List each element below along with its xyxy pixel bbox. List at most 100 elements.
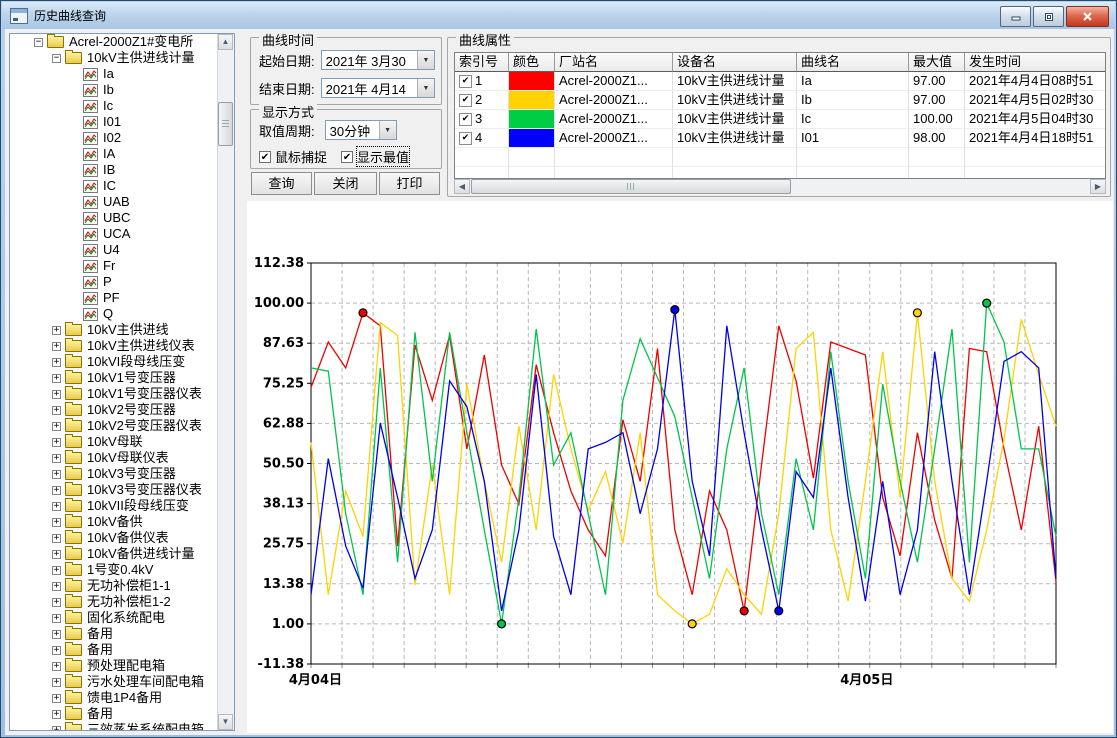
mouse-capture-checkbox[interactable]: ✔ 鼠标捕捉 xyxy=(259,147,327,166)
expand-icon[interactable]: + xyxy=(52,342,61,351)
tree-item[interactable]: +10kV2号变压器仪表 xyxy=(10,418,218,434)
row-checkbox[interactable]: ✔ xyxy=(459,113,472,126)
tree-item[interactable]: −10kV主供进线计量 xyxy=(10,50,218,66)
expand-icon[interactable]: + xyxy=(52,518,61,527)
expand-icon[interactable]: + xyxy=(52,582,61,591)
chevron-down-icon[interactable]: ▼ xyxy=(379,121,396,139)
row-checkbox[interactable]: ✔ xyxy=(459,75,472,88)
tree-item[interactable]: +馈电1P4备用 xyxy=(10,690,218,706)
column-header[interactable]: 曲线名 xyxy=(797,53,909,72)
tree-item[interactable]: +10kV母联仪表 xyxy=(10,450,218,466)
expand-icon[interactable]: + xyxy=(52,646,61,655)
titlebar[interactable]: 历史曲线查询 xyxy=(2,2,1115,29)
expand-icon[interactable]: + xyxy=(52,422,61,431)
tree-item[interactable]: P xyxy=(10,274,218,290)
row-checkbox[interactable]: ✔ xyxy=(459,132,472,145)
tree-item[interactable]: +备用 xyxy=(10,706,218,722)
chevron-down-icon[interactable]: ▼ xyxy=(417,79,434,97)
expand-icon[interactable]: + xyxy=(52,630,61,639)
expand-icon[interactable]: + xyxy=(52,710,61,719)
table-row[interactable]: ✔1Acrel-2000Z1...10kV主供进线计量Ia97.002021年4… xyxy=(455,72,1105,91)
scroll-right-button[interactable]: ▶ xyxy=(1090,179,1106,194)
query-button[interactable]: 查询 xyxy=(251,172,312,195)
start-date-select[interactable]: 2021年 3月30 ▼ xyxy=(321,50,435,70)
tree-item[interactable]: +10kV备供仪表 xyxy=(10,530,218,546)
scroll-left-button[interactable]: ◀ xyxy=(454,179,470,194)
tree-item[interactable]: +10kV主供进线仪表 xyxy=(10,338,218,354)
column-header[interactable]: 设备名 xyxy=(673,53,797,72)
expand-icon[interactable]: + xyxy=(52,390,61,399)
expand-icon[interactable]: + xyxy=(52,438,61,447)
expand-icon[interactable]: + xyxy=(52,534,61,543)
tree-item[interactable]: +备用 xyxy=(10,626,218,642)
expand-icon[interactable]: + xyxy=(52,550,61,559)
scroll-up-button[interactable]: ▲ xyxy=(218,34,233,50)
expand-icon[interactable]: + xyxy=(52,726,61,731)
tree-item[interactable]: +预处理配电箱 xyxy=(10,658,218,674)
chevron-down-icon[interactable]: ▼ xyxy=(417,51,434,69)
expand-icon[interactable]: + xyxy=(52,326,61,335)
tree-item[interactable]: U4 xyxy=(10,242,218,258)
table-row[interactable]: ✔4Acrel-2000Z1...10kV主供进线计量I0198.002021年… xyxy=(455,129,1105,148)
checkbox-icon[interactable]: ✔ xyxy=(341,151,353,163)
tree-item[interactable]: +10kV备供进线计量 xyxy=(10,546,218,562)
row-checkbox[interactable]: ✔ xyxy=(459,94,472,107)
tree-item[interactable]: +无功补偿柜1-2 xyxy=(10,594,218,610)
tree-item[interactable]: PF xyxy=(10,290,218,306)
expand-icon[interactable]: + xyxy=(52,374,61,383)
column-header[interactable]: 索引号 xyxy=(455,53,509,72)
tree-item[interactable]: +10kV主供进线 xyxy=(10,322,218,338)
column-header[interactable]: 颜色 xyxy=(509,53,555,72)
tree-item[interactable]: Ib xyxy=(10,82,218,98)
expand-icon[interactable]: + xyxy=(52,502,61,511)
tree-item[interactable]: +10kVI段母线压变 xyxy=(10,354,218,370)
tree-item[interactable]: Ia xyxy=(10,66,218,82)
tree-item[interactable]: Fr xyxy=(10,258,218,274)
expand-icon[interactable]: + xyxy=(52,358,61,367)
expand-icon[interactable]: + xyxy=(52,470,61,479)
tree-vertical-scrollbar[interactable]: ▲ ▼ xyxy=(217,34,234,730)
tree-item[interactable]: UAB xyxy=(10,194,218,210)
restore-button[interactable] xyxy=(1033,6,1064,27)
tree-item[interactable]: +固化系统配电 xyxy=(10,610,218,626)
expand-icon[interactable]: + xyxy=(52,694,61,703)
checkbox-icon[interactable]: ✔ xyxy=(259,151,271,163)
collapse-icon[interactable]: − xyxy=(34,38,43,47)
tree-item[interactable]: +污水处理车间配电箱 xyxy=(10,674,218,690)
table-scroll-thumb[interactable] xyxy=(471,179,791,194)
tree-scroll-thumb[interactable] xyxy=(218,102,233,146)
period-select[interactable]: 30分钟 ▼ xyxy=(325,120,397,140)
tree-item[interactable]: I02 xyxy=(10,130,218,146)
tree-item[interactable]: IB xyxy=(10,162,218,178)
end-date-select[interactable]: 2021年 4月14 ▼ xyxy=(321,78,435,98)
minimize-button[interactable] xyxy=(1000,6,1031,27)
tree-item[interactable]: +无功补偿柜1-1 xyxy=(10,578,218,594)
tree-item[interactable]: +10kV母联 xyxy=(10,434,218,450)
tree-item[interactable]: I01 xyxy=(10,114,218,130)
table-row[interactable]: ✔2Acrel-2000Z1...10kV主供进线计量Ib97.002021年4… xyxy=(455,91,1105,110)
expand-icon[interactable]: + xyxy=(52,614,61,623)
tree-item[interactable]: +10kV备供 xyxy=(10,514,218,530)
tree-item[interactable]: +10kV3号变压器仪表 xyxy=(10,482,218,498)
tree-item[interactable]: +10kV1号变压器仪表 xyxy=(10,386,218,402)
table-row[interactable]: ✔3Acrel-2000Z1...10kV主供进线计量Ic100.002021年… xyxy=(455,110,1105,129)
tree-item[interactable]: −Acrel-2000Z1#变电所 xyxy=(10,34,218,50)
history-curve-chart[interactable]: 112.38100.0087.6375.2562.8850.5038.1325.… xyxy=(247,201,1113,733)
tree-item[interactable]: IC xyxy=(10,178,218,194)
tree-item[interactable]: Ic xyxy=(10,98,218,114)
column-header[interactable]: 最大值 xyxy=(909,53,965,72)
column-header[interactable]: 厂站名 xyxy=(555,53,673,72)
close-dialog-button[interactable]: 关闭 xyxy=(314,172,377,195)
print-button[interactable]: 打印 xyxy=(379,172,440,195)
tree-item[interactable]: IA xyxy=(10,146,218,162)
expand-icon[interactable]: + xyxy=(52,486,61,495)
tree-item[interactable]: UCA xyxy=(10,226,218,242)
expand-icon[interactable]: + xyxy=(52,598,61,607)
close-button[interactable] xyxy=(1066,6,1109,27)
column-header[interactable]: 发生时间 xyxy=(965,53,1106,72)
tree-item[interactable]: +10kV3号变压器 xyxy=(10,466,218,482)
tree-item[interactable]: +10kV2号变压器 xyxy=(10,402,218,418)
collapse-icon[interactable]: − xyxy=(52,54,61,63)
tree-item[interactable]: +三效蒸发系统配电箱 xyxy=(10,722,218,730)
tree-item[interactable]: +备用 xyxy=(10,642,218,658)
